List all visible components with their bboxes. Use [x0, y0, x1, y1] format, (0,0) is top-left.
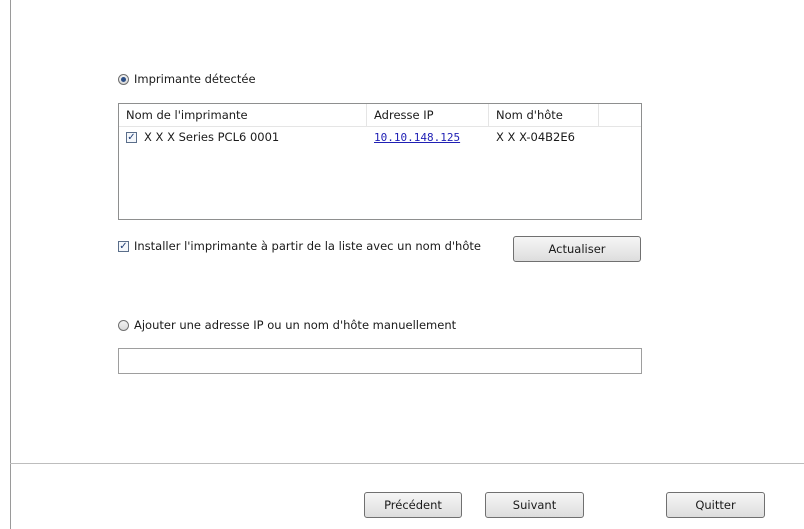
printer-list[interactable]: Nom de l'imprimante Adresse IP Nom d'hôt…: [118, 103, 642, 220]
install-with-hostname-label: Installer l'imprimante à partir de la li…: [134, 239, 481, 253]
printer-name: X X X Series PCL6 0001: [144, 130, 280, 144]
next-button[interactable]: Suivant: [485, 492, 584, 518]
window-left-border: [10, 0, 11, 529]
printer-row[interactable]: ✓ X X X Series PCL6 0001 10.10.148.125 X…: [119, 127, 641, 147]
manual-entry-radio[interactable]: [118, 319, 129, 331]
install-with-hostname-option[interactable]: ✓ Installer l'imprimante à partir de la …: [118, 239, 481, 253]
manual-entry-label: Ajouter une adresse IP ou un nom d'hôte …: [134, 318, 457, 332]
column-header-filler: [599, 104, 641, 127]
quit-button[interactable]: Quitter: [666, 492, 765, 518]
printer-hostname: X X X-04B2E6: [496, 130, 575, 144]
printer-ip-cell: 10.10.148.125: [367, 131, 489, 144]
printer-row-checkbox[interactable]: ✓: [126, 131, 137, 143]
printer-ip-link[interactable]: 10.10.148.125: [374, 131, 460, 144]
footer-separator: [10, 463, 804, 464]
detected-printer-radio[interactable]: [118, 73, 129, 85]
printer-hostname-cell: X X X-04B2E6: [489, 130, 599, 144]
manual-entry-option[interactable]: Ajouter une adresse IP ou un nom d'hôte …: [118, 318, 456, 332]
printer-name-cell: ✓ X X X Series PCL6 0001: [119, 130, 367, 144]
detected-printer-label: Imprimante détectée: [134, 72, 256, 86]
install-with-hostname-checkbox[interactable]: ✓: [118, 240, 129, 252]
column-header-ip-address[interactable]: Adresse IP: [367, 104, 489, 127]
column-header-hostname[interactable]: Nom d'hôte: [489, 104, 599, 127]
column-header-printer-name[interactable]: Nom de l'imprimante: [119, 104, 367, 127]
manual-address-input[interactable]: [118, 348, 642, 374]
previous-button[interactable]: Précédent: [364, 492, 462, 518]
detected-printer-option[interactable]: Imprimante détectée: [118, 72, 256, 86]
printer-list-header: Nom de l'imprimante Adresse IP Nom d'hôt…: [119, 104, 641, 127]
refresh-button[interactable]: Actualiser: [513, 236, 641, 262]
installer-window: Imprimante détectée Nom de l'imprimante …: [0, 0, 804, 529]
